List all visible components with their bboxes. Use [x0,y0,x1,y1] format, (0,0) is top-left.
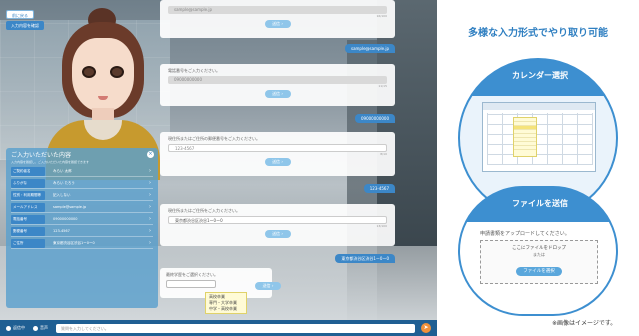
calendar-dropdown[interactable] [513,117,537,157]
close-icon[interactable]: × [147,151,154,158]
confirm-input-button[interactable]: 入力内容を確認 [6,21,44,30]
summary-row[interactable]: 電話番号 09000000000 › [11,214,153,225]
zip-field[interactable]: 123-4567 [168,144,387,152]
char-count: 8/10 [380,152,387,156]
summary-row-label: ご住所 [11,238,45,248]
summary-title: ご入力いただいた内容 [11,152,72,159]
summary-row[interactable]: ふりがな みらい たろう › [11,178,153,189]
chevron-right-icon: › [149,228,151,234]
chevron-right-icon: › [149,180,151,186]
file-label: 申請書類をアップロードしてください。 [480,231,570,237]
user-reply-bubble: sample@sample.jp [344,44,395,53]
microphone-icon [33,325,38,331]
page: 前に戻る 入力内容を確認 sample@sample.jp 16/100 送信 … [0,0,639,336]
calendar-header [483,103,595,110]
send-button[interactable]: 送信 › [264,90,291,98]
reply-status[interactable]: 返信中 [6,325,25,331]
summary-row-value: 東京都渋谷区渋谷1ー0ー0 [53,240,95,245]
back-button[interactable]: 前に戻る [6,10,34,19]
send-icon[interactable]: ➤ [421,323,431,333]
summary-row-label: ご契約者名 [11,166,45,176]
chevron-right-icon: › [149,204,151,210]
summary-row[interactable]: メールアドレス sample@sample.jp › [11,202,153,213]
input-summary-panel: × ご入力いただいた内容 入力内容を確認し、ご入力いただいた内容を確認できます … [6,148,158,308]
send-button[interactable]: 送信 › [255,282,281,290]
user-reply-bubble: 09000000000 [355,114,395,123]
question-label: 最終学歴をご選択ください。 [166,272,218,277]
calendar-widget [482,102,596,172]
drop-text: ここにファイルをドロップ [512,246,566,251]
file-heading: ファイルを送信 [512,199,568,208]
summary-row-value: みらい 太郎 [53,168,72,173]
message-input[interactable]: 質問を入力してください。 [56,323,415,333]
summary-row-value: 記入しない [53,192,71,197]
phone-field[interactable]: 09000000000 [168,76,387,84]
calendar-heading: カレンダー選択 [512,71,568,80]
summary-row-label: 電話番号 [11,214,45,224]
question-label: 現住所またはご住所の郵便番号をご入力ください。 [168,136,260,141]
summary-row[interactable]: 性別・利用期間等 記入しない › [11,190,153,201]
address-field[interactable]: 東京都渋谷区渋谷1ー0ー0 [168,216,387,224]
email-field[interactable]: sample@sample.jp [168,6,387,14]
summary-row-label: ふりがな [11,178,45,188]
phone-question-card: 電話番号をご入力ください。 09000000000 11/15 送信 › [160,64,395,106]
send-button[interactable]: 送信 › [264,230,291,238]
chevron-right-icon: › [149,240,151,246]
question-label: 現住所またはご住所をご入力ください。 [168,208,240,213]
summary-row[interactable]: 郵便番号 123-4567 › [11,226,153,237]
image-note: ※画像はイメージです。 [552,320,617,327]
avatar-eye [110,66,124,78]
summary-row-value: みらい たろう [53,180,75,185]
drop-or: または [533,252,545,257]
choose-file-button[interactable]: ファイルを選択 [516,267,562,276]
summary-subtitle: 入力内容を確認し、ご入力いただいた内容を確認できます [11,160,90,164]
summary-row-value: 123-4567 [53,229,70,233]
status-icon [6,325,11,331]
voice-toggle[interactable]: 音声 [33,325,48,331]
education-dropdown: 高校卒業 専門・大学卒業 中学・高校卒業 [205,292,247,314]
summary-row-label: 郵便番号 [11,226,45,236]
address-question-card: 現住所またはご住所をご入力ください。 東京都渋谷区渋谷1ー0ー0 13/100 … [160,204,395,246]
calendar-grid[interactable] [487,113,593,165]
summary-row-label: 性別・利用期間等 [11,190,45,200]
summary-row-value: sample@sample.jp [53,205,87,209]
chevron-right-icon: › [149,168,151,174]
avatar-eye [82,66,96,78]
send-button[interactable]: 送信 › [264,20,291,28]
char-count: 16/100 [376,14,387,18]
summary-row[interactable]: ご契約者名 みらい 太郎 › [11,166,153,177]
avatar-face [72,38,134,112]
user-reply-bubble: 東京都渋谷区渋谷1ー0ー0 [335,254,395,263]
file-feature-circle: ファイルを送信 申請書類をアップロードしてください。 ここにファイルをドロップ … [458,186,618,316]
zip-question-card: 現住所またはご住所の郵便番号をご入力ください。 123-4567 8/10 送信… [160,132,395,176]
question-label: 電話番号をご入力ください。 [168,68,220,73]
email-question-card: sample@sample.jp 16/100 送信 › [160,0,395,38]
user-reply-bubble: 123-4567 [363,184,395,193]
summary-row-value: 09000000000 [53,217,78,221]
send-button[interactable]: 送信 › [264,158,291,166]
bottom-bar: 返信中 音声 質問を入力してください。 ➤ [0,320,437,336]
chatbot-app: 前に戻る 入力内容を確認 sample@sample.jp 16/100 送信 … [0,0,437,336]
summary-row-label: メールアドレス [11,202,45,212]
char-count: 11/15 [378,84,387,88]
chevron-right-icon: › [149,216,151,222]
promo-title: 多様な入力形式でやり取り可能 [468,28,608,39]
education-select[interactable] [166,280,216,288]
file-dropzone[interactable]: ここにファイルをドロップ または ファイルを選択 [480,240,598,284]
dropdown-option[interactable]: 中学・高校卒業 [209,306,243,312]
chevron-right-icon: › [149,192,151,198]
summary-row[interactable]: ご住所 東京都渋谷区渋谷1ー0ー0 › [11,238,153,249]
